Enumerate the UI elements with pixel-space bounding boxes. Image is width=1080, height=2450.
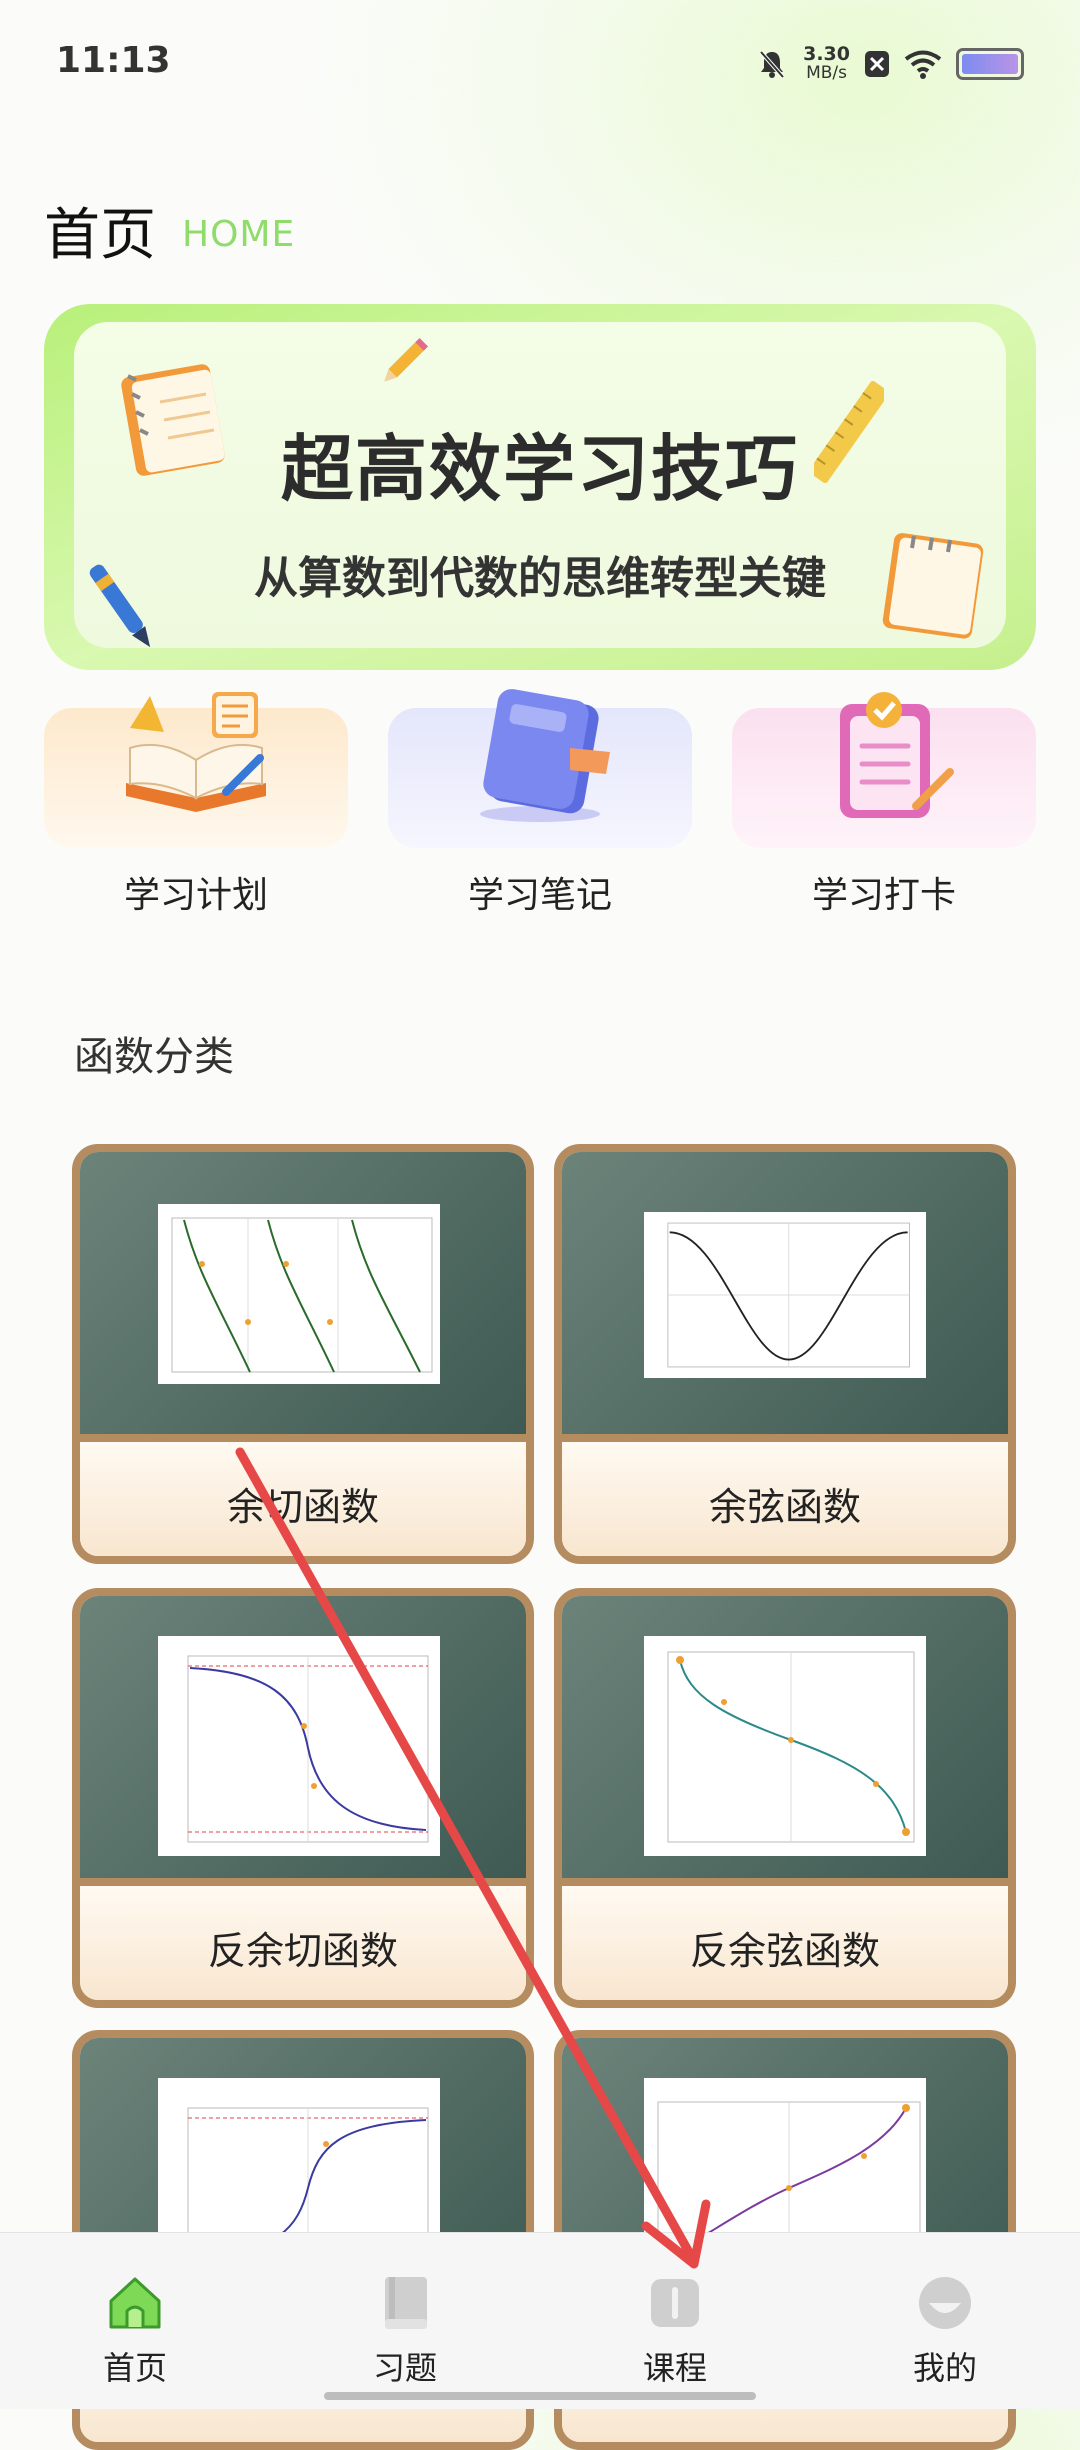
card-divider	[80, 1434, 526, 1442]
profile-icon	[919, 2277, 971, 2329]
function-label: 反余弦函数	[689, 1929, 880, 1973]
nav-item-home[interactable]: 首页	[0, 2233, 270, 2387]
status-time: 11:13	[56, 40, 171, 81]
pencil-icon	[384, 337, 429, 382]
battery-icon	[956, 48, 1024, 80]
chalkboard	[80, 1596, 526, 1878]
quick-action-label: 学习笔记	[467, 875, 612, 916]
nav-label: 课程	[642, 2349, 707, 2387]
function-card-arccos[interactable]: 反余弦函数	[554, 1588, 1016, 2008]
banner-title: 超高效学习技巧	[280, 427, 799, 511]
arccot-graph-thumbnail	[158, 1636, 440, 1856]
banner-inner: 超高效学习技巧 从算数到代数的思维转型关键	[74, 322, 1006, 648]
card-label-area: 反余弦函数	[562, 1886, 1008, 2000]
nav-label: 我的	[912, 2349, 977, 2387]
home-icon	[109, 2277, 161, 2329]
card-divider	[562, 1878, 1008, 1886]
function-label: 余切函数	[226, 1485, 379, 1529]
card-divider	[80, 1878, 526, 1886]
status-icons: 3.30 MB/s	[755, 44, 1024, 84]
cos-graph-thumbnail	[644, 1212, 926, 1378]
network-speed-unit: MB/s	[806, 63, 848, 83]
page-subtitle: HOME	[182, 214, 296, 255]
quick-action-label: 学习计划	[123, 875, 268, 916]
chalkboard	[80, 1152, 526, 1434]
mute-bell-icon	[759, 50, 785, 79]
card-label-area: 余弦函数	[562, 1442, 1008, 1556]
quick-action-study-checkin[interactable]: 学习打卡	[732, 692, 1036, 930]
card-label-area: 反余切函数	[80, 1886, 526, 2000]
card-divider	[562, 1434, 1008, 1442]
card-label-area: 余切函数	[80, 1442, 526, 1556]
function-card-arccot[interactable]: 反余切函数	[72, 1588, 534, 2008]
status-bar: 11:13 3.30 MB/s	[0, 0, 1080, 126]
nav-item-profile[interactable]: 我的	[810, 2233, 1080, 2387]
network-speed: 3.30 MB/s	[803, 45, 850, 83]
function-label: 反余切函数	[207, 1929, 398, 1973]
chalkboard	[562, 1596, 1008, 1878]
sim-off-icon	[865, 51, 889, 77]
page-title: 首页	[44, 203, 156, 268]
banner-subtitle: 从算数到代数的思维转型关键	[254, 553, 826, 604]
promo-banner[interactable]: 超高效学习技巧 从算数到代数的思维转型关键	[44, 304, 1036, 670]
book-checklist-icon	[126, 692, 266, 812]
nav-item-exercises[interactable]: 习题	[270, 2233, 540, 2387]
home-indicator	[324, 2392, 756, 2400]
chalkboard	[562, 1152, 1008, 1434]
nav-item-courses[interactable]: 课程	[540, 2233, 810, 2387]
function-label: 余弦函数	[708, 1485, 861, 1529]
function-card-cot[interactable]: 余切函数	[72, 1144, 534, 1564]
quick-action-study-notes[interactable]: 学习笔记	[388, 689, 692, 930]
cot-graph-thumbnail	[158, 1204, 440, 1384]
quick-action-label: 学习打卡	[811, 875, 956, 916]
nav-label: 习题	[372, 2349, 437, 2387]
arccos-graph-thumbnail	[644, 1636, 926, 1856]
nav-label: 首页	[102, 2349, 167, 2387]
notebook-icon	[480, 689, 610, 822]
clipboard-check-icon	[840, 692, 954, 818]
section-title: 函数分类	[74, 1034, 234, 1080]
wifi-icon	[904, 50, 942, 79]
bottom-nav: 首页 习题 课程 我的	[0, 2232, 1080, 2409]
network-speed-value: 3.30	[803, 43, 850, 65]
book-icon	[385, 2277, 427, 2329]
quick-action-study-plan[interactable]: 学习计划	[44, 692, 348, 930]
course-icon	[651, 2279, 699, 2327]
function-card-cos[interactable]: 余弦函数	[554, 1144, 1016, 1564]
